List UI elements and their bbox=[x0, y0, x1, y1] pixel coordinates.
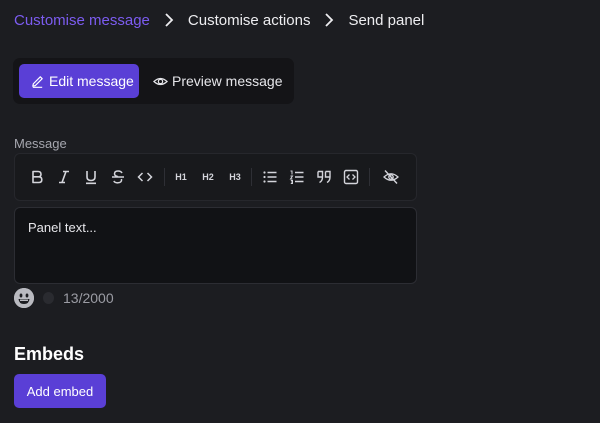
formatting-toolbar: H1 H2 H3 bbox=[14, 153, 417, 201]
smiley-icon bbox=[14, 288, 34, 308]
pencil-icon bbox=[32, 75, 43, 88]
code-block-icon[interactable] bbox=[343, 165, 359, 189]
preview-message-label: Preview message bbox=[172, 73, 283, 89]
status-indicator bbox=[43, 292, 54, 304]
toolbar-divider bbox=[369, 168, 370, 186]
edit-message-label: Edit message bbox=[49, 73, 134, 89]
chevron-right-icon bbox=[324, 13, 334, 27]
character-count: 13/2000 bbox=[63, 290, 114, 306]
message-input[interactable]: Panel text... bbox=[14, 207, 417, 284]
breadcrumb-customise-message[interactable]: Customise message bbox=[14, 12, 150, 29]
breadcrumb-customise-actions[interactable]: Customise actions bbox=[188, 12, 311, 29]
strikethrough-icon[interactable] bbox=[110, 165, 126, 189]
bulleted-list-icon[interactable] bbox=[262, 165, 278, 189]
mode-toggle: Edit message Preview message bbox=[13, 58, 294, 104]
italic-icon[interactable] bbox=[56, 165, 72, 189]
code-icon[interactable] bbox=[137, 165, 153, 189]
breadcrumb: Customise message Customise actions Send… bbox=[14, 10, 424, 30]
heading-1-button[interactable]: H1 bbox=[174, 165, 188, 189]
quote-icon[interactable] bbox=[316, 165, 332, 189]
message-field-label: Message bbox=[14, 136, 67, 151]
chevron-right-icon bbox=[164, 13, 174, 27]
numbered-list-icon[interactable] bbox=[289, 165, 305, 189]
bold-icon[interactable] bbox=[29, 165, 45, 189]
eye-icon bbox=[153, 77, 168, 85]
embeds-heading: Embeds bbox=[14, 344, 85, 364]
underline-icon[interactable] bbox=[83, 165, 99, 189]
edit-message-button[interactable]: Edit message bbox=[19, 64, 139, 98]
toolbar-divider bbox=[164, 168, 165, 186]
toolbar-divider bbox=[251, 168, 252, 186]
heading-3-button[interactable]: H3 bbox=[228, 165, 242, 189]
heading-2-button[interactable]: H2 bbox=[201, 165, 215, 189]
add-embed-button[interactable]: Add embed bbox=[14, 374, 106, 408]
breadcrumb-send-panel[interactable]: Send panel bbox=[348, 12, 424, 29]
emoji-picker-button[interactable] bbox=[14, 288, 34, 308]
spoiler-icon[interactable] bbox=[382, 165, 399, 189]
message-meta: 13/2000 bbox=[14, 288, 114, 308]
preview-message-button[interactable]: Preview message bbox=[139, 64, 283, 98]
